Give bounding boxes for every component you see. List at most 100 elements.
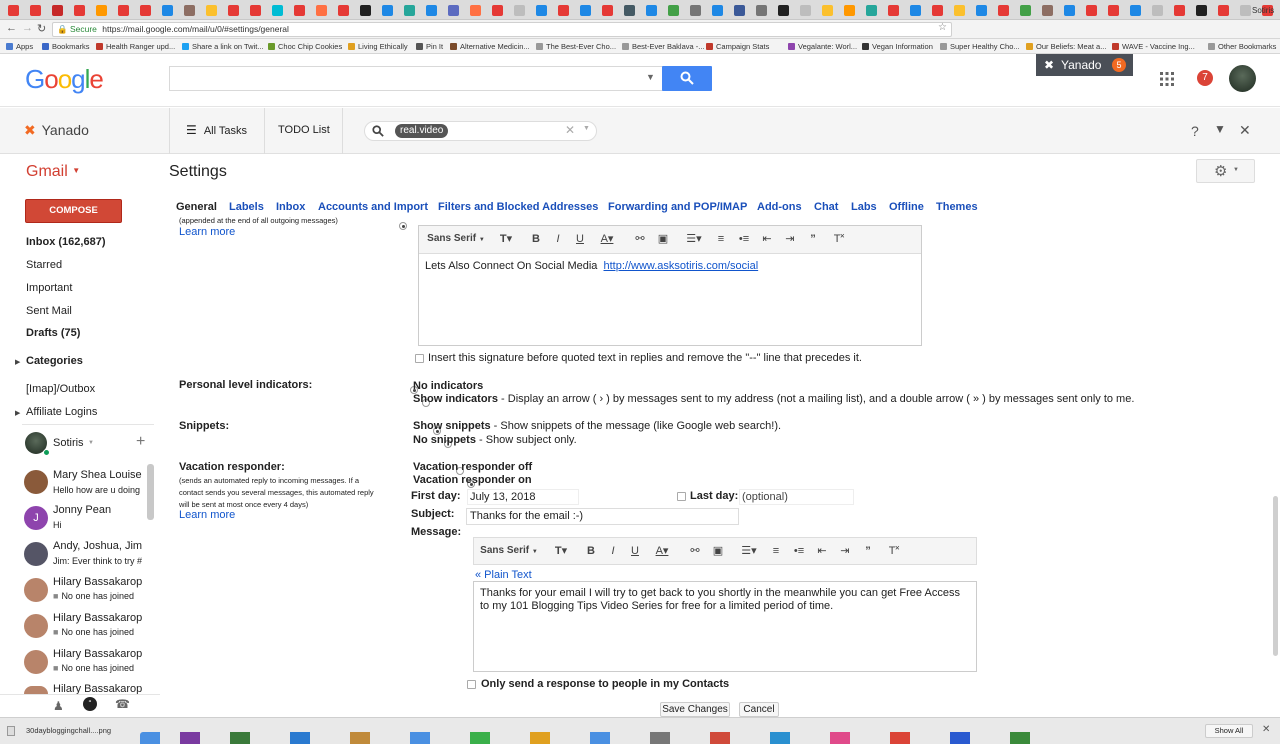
tab-favicon-icon[interactable] <box>1086 5 1097 16</box>
chat-contact-name[interactable]: Hilary Bassakarop <box>53 576 142 588</box>
text-color-icon[interactable]: A▾ <box>649 538 675 564</box>
tab-favicon-icon[interactable] <box>536 5 547 16</box>
tab-favicon-icon[interactable] <box>52 5 63 16</box>
browser-user[interactable]: Sotiris <box>1252 6 1274 15</box>
tab-themes[interactable]: Themes <box>936 201 978 213</box>
nav-important[interactable]: Important <box>26 282 72 294</box>
tab-add-ons[interactable]: Add-ons <box>757 201 802 213</box>
tab-favicon-icon[interactable] <box>228 5 239 16</box>
tab-favicon-icon[interactable] <box>1240 5 1251 16</box>
text-color-icon[interactable]: A▾ <box>594 226 620 252</box>
tab-favicon-icon[interactable] <box>602 5 613 16</box>
avatar[interactable] <box>24 470 48 494</box>
chat-contact-name[interactable]: Hilary Bassakarop <box>53 612 142 624</box>
google-search-input[interactable] <box>169 66 663 91</box>
tab-favicon-icon[interactable] <box>888 5 899 16</box>
font-size-icon[interactable]: T▾ <box>493 226 519 252</box>
dropdown-arrow-icon[interactable]: ▼ <box>646 72 655 82</box>
show-all-button[interactable]: Show All <box>1205 724 1253 738</box>
bold-icon[interactable]: B <box>527 226 545 252</box>
tab-favicon-icon[interactable] <box>778 5 789 16</box>
nav-affiliate-logins[interactable]: Affiliate Logins <box>26 406 97 418</box>
numbered-list-icon[interactable]: ≡ <box>766 538 786 564</box>
tab-favicon-icon[interactable] <box>8 5 19 16</box>
tab-favicon-icon[interactable] <box>514 5 525 16</box>
bookmark-item[interactable]: Our Beliefs: Meat a... <box>1026 42 1106 51</box>
tab-labels[interactable]: Labels <box>229 201 264 213</box>
bookmark-item[interactable]: Apps <box>6 42 33 51</box>
link-icon[interactable]: ⚯ <box>630 226 650 252</box>
expand-icon[interactable]: ▶ <box>15 409 20 417</box>
yanado-logo[interactable]: ✖ Yanado <box>24 122 89 139</box>
close-icon[interactable]: ✕ <box>1262 724 1270 735</box>
forward-icon[interactable]: → <box>22 22 33 34</box>
first-day-input[interactable]: July 13, 2018 <box>467 489 579 505</box>
tab-favicon-icon[interactable] <box>1196 5 1207 16</box>
compose-button[interactable]: COMPOSE <box>25 199 122 223</box>
tab-favicon-icon[interactable] <box>118 5 129 16</box>
indent-more-icon[interactable]: ⇥ <box>780 226 800 252</box>
subject-input[interactable]: Thanks for the email :-) <box>466 508 739 525</box>
chat-contact-name[interactable]: Jonny Pean <box>53 504 111 516</box>
font-select[interactable]: Sans Serif ▼ <box>478 538 540 564</box>
image-icon[interactable]: ▣ <box>708 538 728 564</box>
contacts-only-checkbox[interactable] <box>467 680 476 689</box>
page-scrollbar[interactable] <box>1273 496 1278 656</box>
underline-icon[interactable]: U <box>571 226 589 252</box>
avatar[interactable] <box>24 650 48 674</box>
tab-favicon-icon[interactable] <box>910 5 921 16</box>
save-changes-button[interactable]: Save Changes <box>660 702 730 717</box>
tab-favicon-icon[interactable] <box>1042 5 1053 16</box>
tab-favicon-icon[interactable] <box>734 5 745 16</box>
tab-favicon-icon[interactable] <box>382 5 393 16</box>
yanado-search-input[interactable]: real.video ✕ ▼ <box>364 121 597 141</box>
search-chip[interactable]: real.video <box>395 124 449 138</box>
tab-favicon-icon[interactable] <box>30 5 41 16</box>
apps-grid-icon[interactable] <box>1160 72 1174 86</box>
bookmark-item[interactable]: Pin It <box>416 42 443 51</box>
url-field[interactable]: 🔒 Secure https://mail.google.com/mail/u/… <box>52 22 952 37</box>
nav-sent-mail[interactable]: Sent Mail <box>26 305 72 317</box>
cancel-button[interactable]: Cancel <box>739 702 779 717</box>
last-day-checkbox[interactable] <box>677 492 686 501</box>
last-day-input[interactable]: (optional) <box>739 489 854 505</box>
nav-starred[interactable]: Starred <box>26 259 62 271</box>
avatar[interactable]: J <box>24 506 48 530</box>
tab-accounts-and-import[interactable]: Accounts and Import <box>318 201 428 213</box>
tab-favicon-icon[interactable] <box>338 5 349 16</box>
signature-radio[interactable] <box>399 222 407 230</box>
tab-favicon-icon[interactable] <box>1064 5 1075 16</box>
remove-formatting-icon[interactable]: T˟ <box>829 226 849 252</box>
tab-favicon-icon[interactable] <box>272 5 283 16</box>
chevron-down-icon[interactable]: ▼ <box>88 440 94 446</box>
quote-icon[interactable]: ” <box>803 226 823 252</box>
tab-chat[interactable]: Chat <box>814 201 838 213</box>
nav-categories[interactable]: Categories <box>26 355 83 367</box>
tab-favicon-icon[interactable] <box>998 5 1009 16</box>
back-icon[interactable]: ← <box>6 22 17 34</box>
help-icon[interactable]: ? <box>1191 123 1199 139</box>
add-contact-icon[interactable]: + <box>136 433 145 451</box>
chat-contact-name[interactable]: Andy, Joshua, Jim <box>53 540 142 552</box>
avatar[interactable] <box>24 542 48 566</box>
tab-favicon-icon[interactable] <box>250 5 261 16</box>
tab-favicon-icon[interactable] <box>580 5 591 16</box>
signature-placement-checkbox[interactable] <box>415 354 424 363</box>
remove-formatting-icon[interactable]: T˟ <box>884 538 904 564</box>
tab-general[interactable]: General <box>176 201 217 213</box>
tab-favicon-icon[interactable] <box>712 5 723 16</box>
bookmark-item[interactable]: Vegalante: Worl... <box>788 42 857 51</box>
font-size-icon[interactable]: T▾ <box>548 538 574 564</box>
person-icon[interactable]: ♟ <box>53 699 64 713</box>
chat-contact-name[interactable]: Mary Shea Louise <box>53 469 142 481</box>
bookmark-item[interactable]: Super Healthy Cho... <box>940 42 1020 51</box>
learn-more-link[interactable]: Learn more <box>179 509 235 521</box>
tab-favicon-icon[interactable] <box>844 5 855 16</box>
tab-favicon-icon[interactable] <box>976 5 987 16</box>
all-tasks-button[interactable]: ☰ All Tasks <box>186 123 247 137</box>
link-icon[interactable]: ⚯ <box>685 538 705 564</box>
nav-drafts[interactable]: Drafts (75) <box>26 327 80 339</box>
avatar[interactable] <box>24 686 48 694</box>
tab-favicon-icon[interactable] <box>162 5 173 16</box>
tab-favicon-icon[interactable] <box>294 5 305 16</box>
